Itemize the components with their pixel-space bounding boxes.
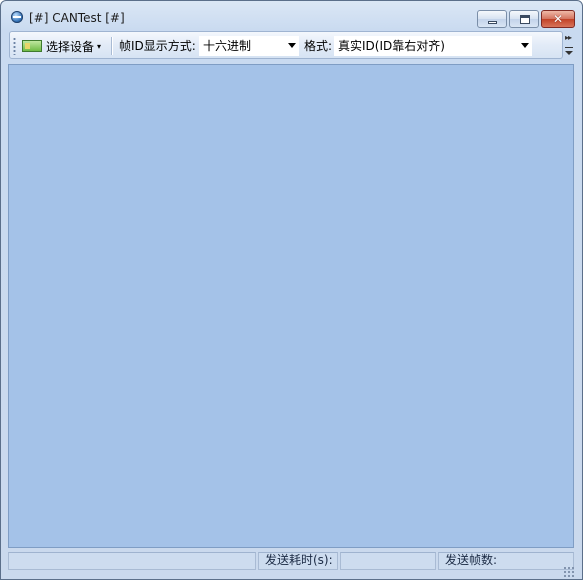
toolbar-overflow-button[interactable]: ▸▸ (563, 31, 575, 59)
close-button[interactable]: ✕ (541, 10, 575, 28)
maximize-icon (520, 15, 530, 24)
toolbar-separator (111, 37, 113, 55)
app-icon[interactable] (11, 11, 23, 23)
status-bar: 发送耗时(s): 发送帧数: (8, 550, 574, 572)
maximize-button[interactable] (509, 10, 539, 28)
toolbar-grip-handle[interactable] (13, 37, 16, 55)
send-time-label: 发送耗时(s): (265, 553, 333, 567)
status-panel-main (8, 552, 256, 570)
customize-dropdown-icon (565, 47, 573, 57)
send-frames-label: 发送帧数: (445, 553, 498, 567)
close-icon: ✕ (552, 12, 564, 26)
toolbar: 选择设备 ▾ 帧ID显示方式: 十六进制 格式: 真实ID(ID靠右对齐) (9, 31, 563, 59)
frame-id-display-value: 十六进制 (203, 39, 252, 53)
chevron-down-icon: ▾ (97, 41, 102, 51)
select-device-label: 选择设备 (46, 39, 95, 54)
minimize-icon (488, 21, 497, 24)
dropdown-arrow-icon (288, 43, 296, 48)
dropdown-arrow-icon (521, 43, 529, 48)
chevron-right-icon: ▸▸ (565, 33, 572, 42)
format-select[interactable]: 真实ID(ID靠右对齐) (334, 36, 532, 56)
frame-id-display-select[interactable]: 十六进制 (199, 36, 299, 56)
format-value: 真实ID(ID靠右对齐) (338, 39, 445, 53)
minimize-button[interactable] (477, 10, 507, 28)
device-card-icon (22, 40, 42, 52)
frame-id-display-label: 帧ID显示方式: (119, 39, 196, 53)
mdi-workspace[interactable] (8, 64, 574, 548)
select-device-button[interactable]: 选择设备 ▾ (22, 36, 101, 56)
title-bar[interactable]: [#] CANTest [#] ✕ (1, 1, 582, 31)
status-panel-send-time-value (340, 552, 436, 570)
format-label: 格式: (304, 39, 333, 53)
window-title: [#] CANTest [#] (29, 11, 125, 25)
resize-grip-handle[interactable] (563, 566, 575, 578)
